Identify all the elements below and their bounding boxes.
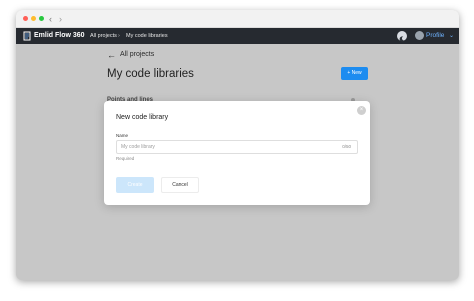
- create-button[interactable]: Create: [116, 177, 154, 193]
- breadcrumb-all-projects[interactable]: All projects: [90, 30, 117, 42]
- emlid-logo-icon[interactable]: [23, 31, 31, 41]
- name-input[interactable]: [121, 141, 321, 153]
- name-field[interactable]: 0/50: [116, 140, 358, 154]
- breadcrumb-separator-icon: ›: [118, 33, 120, 39]
- page-title: My code libraries: [107, 68, 194, 80]
- maximize-window-button[interactable]: [39, 16, 44, 21]
- avatar[interactable]: [415, 31, 424, 40]
- breadcrumb-current: My code libraries: [126, 33, 168, 39]
- close-window-button[interactable]: [23, 16, 28, 21]
- cancel-button[interactable]: Cancel: [161, 177, 199, 193]
- arrow-left-icon[interactable]: ←: [107, 50, 116, 60]
- new-library-button[interactable]: + New: [341, 67, 368, 80]
- minimize-window-button[interactable]: [31, 16, 36, 21]
- name-field-label: Name: [116, 133, 129, 138]
- required-hint: Required: [116, 156, 135, 161]
- back-link-label[interactable]: All projects: [120, 50, 154, 60]
- close-icon[interactable]: ×: [357, 106, 366, 115]
- browser-window: ‹ › Emlid Flow 360 All projects › My cod…: [16, 10, 459, 280]
- app-header: Emlid Flow 360 All projects › My code li…: [16, 28, 459, 44]
- window-titlebar: ‹ ›: [16, 10, 459, 28]
- char-counter: 0/50: [342, 144, 351, 149]
- chevron-left-icon[interactable]: ‹: [49, 13, 52, 25]
- dialog-title: New code library: [116, 114, 169, 121]
- app-name[interactable]: Emlid Flow 360: [34, 30, 85, 42]
- new-library-dialog: × New code library Name 0/50 Required Cr…: [104, 101, 370, 205]
- chevron-right-icon[interactable]: ›: [59, 13, 62, 25]
- moon-icon[interactable]: [397, 31, 407, 42]
- profile-menu-button[interactable]: Profile: [426, 30, 444, 42]
- chevron-down-icon[interactable]: ⌄: [449, 30, 454, 42]
